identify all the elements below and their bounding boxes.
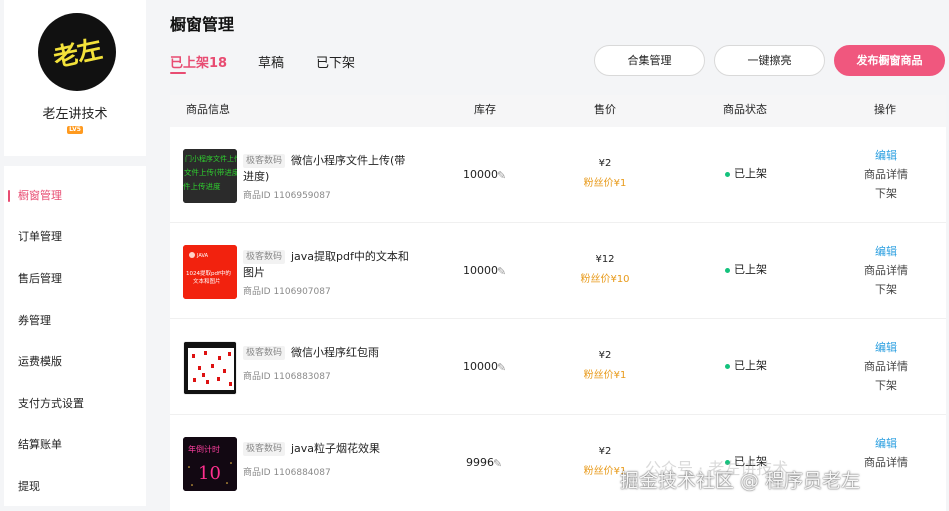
sidebar-item-orders[interactable]: 订单管理 bbox=[4, 224, 146, 250]
svg-text:件上传进度: 件上传进度 bbox=[183, 181, 221, 191]
product-name: java提取pdf中的文本和图片 bbox=[243, 250, 409, 279]
tab-off-shelf[interactable]: 已下架 bbox=[316, 52, 355, 71]
status: 已上架 bbox=[725, 261, 767, 277]
edit-link[interactable]: 编辑 bbox=[850, 339, 922, 355]
product-thumbnail[interactable] bbox=[183, 341, 237, 395]
svg-text:10: 10 bbox=[198, 463, 221, 484]
th-price: 售价 bbox=[594, 103, 616, 116]
sidebar-item-aftersale[interactable]: 售后管理 bbox=[4, 266, 146, 292]
tab-on-shelf[interactable]: 已上架18 bbox=[170, 52, 227, 71]
fan-price: 粉丝价¥10 bbox=[580, 274, 630, 285]
status-label: 已上架 bbox=[734, 167, 767, 180]
product-detail-link[interactable]: 商品详情 bbox=[850, 166, 922, 182]
profile-card: 老左 老左讲技术 LV5 bbox=[4, 0, 146, 156]
price: ¥2 bbox=[598, 446, 612, 457]
pencil-icon[interactable]: ✎ bbox=[497, 265, 506, 278]
table-header: 商品信息 库存 售价 商品状态 操作 bbox=[170, 95, 946, 127]
product-name: 微信小程序文件上传(带进度) bbox=[243, 154, 406, 183]
svg-text:JAVA: JAVA bbox=[196, 253, 209, 259]
status: 已上架 bbox=[725, 357, 767, 373]
level-badge: LV5 bbox=[67, 126, 83, 134]
product-id: 商品ID 1106883087 bbox=[243, 372, 331, 382]
product-name-wrap[interactable]: 微信小程序文件上传(带进度) bbox=[243, 153, 413, 185]
th-stock: 库存 bbox=[474, 103, 496, 116]
table-row: JAVA 1024提取pdf中的 文本和图片 极客数码 java提取pdf中的文… bbox=[170, 223, 946, 319]
sidebar-item-showcase[interactable]: 橱窗管理 bbox=[4, 183, 146, 209]
price: ¥2 bbox=[598, 158, 612, 169]
stock-value: 10000 bbox=[463, 360, 498, 373]
pencil-icon[interactable]: ✎ bbox=[497, 361, 506, 374]
product-thumbnail[interactable]: 年倒计时 10 bbox=[183, 437, 237, 491]
collection-manage-button[interactable]: 合集管理 bbox=[594, 45, 705, 76]
take-down-link[interactable]: 下架 bbox=[850, 281, 922, 297]
avatar-text: 老左 bbox=[50, 34, 104, 73]
product-name: 微信小程序红包雨 bbox=[291, 346, 379, 359]
stock-value: 9996 bbox=[466, 456, 494, 469]
publish-product-button[interactable]: 发布橱窗商品 bbox=[834, 45, 945, 76]
product-name-wrap[interactable]: java粒子烟花效果 bbox=[243, 441, 413, 457]
product-table: 商品信息 库存 售价 商品状态 操作 门小程序文件上传 文件上传(带进度) 件上… bbox=[170, 95, 946, 511]
product-detail-link[interactable]: 商品详情 bbox=[850, 454, 922, 470]
avatar[interactable]: 老左 bbox=[38, 13, 116, 91]
status-dot bbox=[725, 267, 730, 273]
edit-link[interactable]: 编辑 bbox=[850, 243, 922, 259]
th-product-info: 商品信息 bbox=[186, 103, 230, 116]
product-detail-link[interactable]: 商品详情 bbox=[850, 262, 922, 278]
sidebar-item-settlement[interactable]: 结算账单 bbox=[4, 432, 146, 458]
product-name-wrap[interactable]: java提取pdf中的文本和图片 bbox=[243, 249, 413, 281]
svg-text:文件上传(带进度): 文件上传(带进度) bbox=[184, 167, 237, 177]
product-id: 商品ID 1106959087 bbox=[243, 191, 331, 201]
sidebar-nav: 橱窗管理 订单管理 售后管理 券管理 运费模版 支付方式设置 结算账单 提现 bbox=[4, 166, 146, 506]
sidebar-item-coupons[interactable]: 券管理 bbox=[4, 308, 146, 334]
product-id: 商品ID 1106907087 bbox=[243, 287, 331, 297]
status-label: 已上架 bbox=[734, 359, 767, 372]
sidebar-item-payment[interactable]: 支付方式设置 bbox=[4, 391, 146, 417]
status: 已上架 bbox=[725, 165, 767, 181]
table-row: 极客数码 微信小程序红包雨 商品ID 1106883087 10000 ✎ ¥2… bbox=[170, 319, 946, 415]
product-name-wrap[interactable]: 微信小程序红包雨 bbox=[243, 345, 413, 361]
price: ¥2 bbox=[598, 350, 612, 361]
take-down-link[interactable]: 下架 bbox=[850, 377, 922, 393]
sidebar-item-withdraw[interactable]: 提现 bbox=[4, 474, 146, 500]
product-detail-link[interactable]: 商品详情 bbox=[850, 358, 922, 374]
product-name: java粒子烟花效果 bbox=[291, 442, 381, 455]
status-label: 已上架 bbox=[734, 263, 767, 276]
svg-text:门小程序文件上传: 门小程序文件上传 bbox=[185, 154, 237, 163]
svg-text:年倒计时: 年倒计时 bbox=[188, 444, 220, 454]
sidebar-item-shipping[interactable]: 运费模版 bbox=[4, 349, 146, 375]
stock-value: 10000 bbox=[463, 168, 498, 181]
th-actions: 操作 bbox=[874, 103, 896, 116]
pencil-icon[interactable]: ✎ bbox=[493, 457, 502, 470]
th-status: 商品状态 bbox=[723, 103, 767, 116]
svg-text:1024提取pdf中的: 1024提取pdf中的 bbox=[186, 269, 231, 277]
price: ¥12 bbox=[595, 254, 615, 265]
one-click-refresh-button[interactable]: 一键擦亮 bbox=[714, 45, 825, 76]
table-row: 年倒计时 10 极客数码 java粒子烟花效果 商品ID 1106884087 … bbox=[170, 415, 946, 511]
status-dot bbox=[725, 171, 730, 177]
stock-value: 10000 bbox=[463, 264, 498, 277]
fan-price: 粉丝价¥1 bbox=[583, 178, 627, 189]
product-thumbnail[interactable]: 门小程序文件上传 文件上传(带进度) 件上传进度 bbox=[183, 149, 237, 203]
take-down-link[interactable]: 下架 bbox=[850, 185, 922, 201]
fan-price: 粉丝价¥1 bbox=[583, 370, 627, 381]
watermark: 掘金技术社区 @ 程序员老左 bbox=[620, 470, 861, 492]
pencil-icon[interactable]: ✎ bbox=[497, 169, 506, 182]
edit-link[interactable]: 编辑 bbox=[850, 147, 922, 163]
active-tab-indicator bbox=[170, 72, 186, 74]
status-dot bbox=[725, 363, 730, 369]
table-row: 门小程序文件上传 文件上传(带进度) 件上传进度 极客数码 微信小程序文件上传(… bbox=[170, 127, 946, 223]
product-thumbnail[interactable]: JAVA 1024提取pdf中的 文本和图片 bbox=[183, 245, 237, 299]
edit-link[interactable]: 编辑 bbox=[850, 435, 922, 451]
svg-text:文本和图片: 文本和图片 bbox=[193, 277, 221, 285]
user-name: 老左讲技术 bbox=[42, 107, 108, 122]
tab-draft[interactable]: 草稿 bbox=[258, 52, 284, 71]
page-title: 橱窗管理 bbox=[170, 15, 235, 34]
product-id: 商品ID 1106884087 bbox=[243, 468, 331, 478]
